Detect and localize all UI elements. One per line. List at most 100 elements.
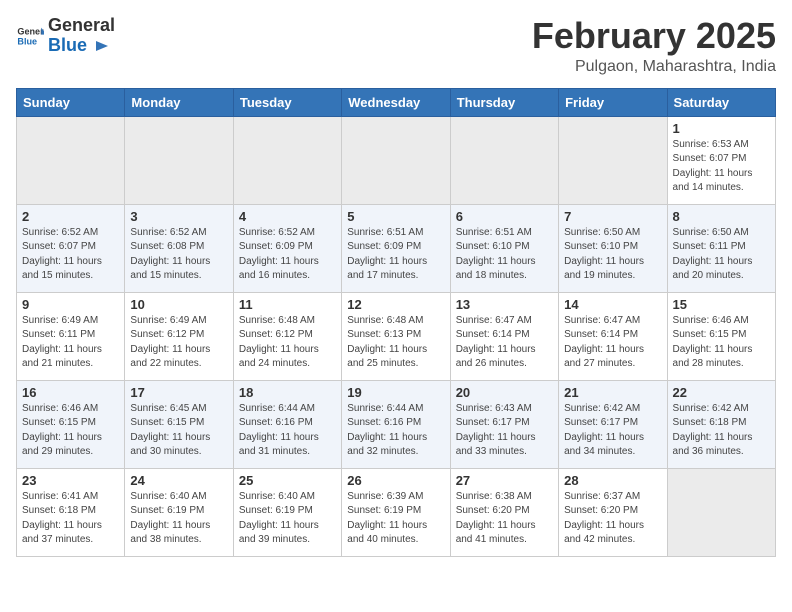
calendar-day xyxy=(342,116,450,204)
day-info: Sunrise: 6:40 AMSunset: 6:19 PMDaylight:… xyxy=(239,490,336,548)
day-info: Sunrise: 6:48 AMSunset: 6:12 PMDaylight:… xyxy=(239,314,336,372)
day-info: Sunrise: 6:42 AMSunset: 6:18 PMDaylight:… xyxy=(673,402,770,460)
weekday-header-thursday: Thursday xyxy=(450,88,558,116)
calendar-day: 1Sunrise: 6:53 AMSunset: 6:07 PMDaylight… xyxy=(667,116,775,204)
day-number: 12 xyxy=(347,297,444,312)
calendar-day: 15Sunrise: 6:46 AMSunset: 6:15 PMDayligh… xyxy=(667,292,775,380)
svg-text:General: General xyxy=(17,26,44,36)
day-number: 4 xyxy=(239,209,336,224)
day-number: 25 xyxy=(239,473,336,488)
calendar-day: 28Sunrise: 6:37 AMSunset: 6:20 PMDayligh… xyxy=(559,468,667,556)
calendar-day: 24Sunrise: 6:40 AMSunset: 6:19 PMDayligh… xyxy=(125,468,233,556)
logo: General Blue General Blue xyxy=(16,16,115,56)
calendar-day: 23 Sunrise: 6:41 AMSunset: 6:18 PMDayligh… xyxy=(17,468,125,556)
calendar-day: 10 Sunrise: 6:49 AMSunset: 6:12 PMDayligh… xyxy=(125,292,233,380)
logo-icon: General Blue xyxy=(16,22,44,50)
day-info: Sunrise: 6:47 AMSunset: 6:14 PMDaylight:… xyxy=(456,314,553,372)
day-info: Sunrise: 6:47 AMSunset: 6:14 PMDaylight:… xyxy=(564,314,661,372)
day-info: Sunrise: 6:52 AMSunset: 6:07 PMDaylight:… xyxy=(22,226,119,284)
day-info: Sunrise: 6:41 AMSunset: 6:18 PMDaylight:… xyxy=(22,490,119,548)
calendar-week-4: 16 Sunrise: 6:46 AMSunset: 6:15 PMDayligh… xyxy=(17,380,776,468)
day-number: 17 xyxy=(130,385,227,400)
calendar-day: 4 Sunrise: 6:52 AMSunset: 6:09 PMDaylight… xyxy=(233,204,341,292)
day-number: 7 xyxy=(564,209,661,224)
day-info: Sunrise: 6:43 AMSunset: 6:17 PMDaylight:… xyxy=(456,402,553,460)
day-number: 10 xyxy=(130,297,227,312)
day-number: 15 xyxy=(673,297,770,312)
day-info: Sunrise: 6:42 AMSunset: 6:17 PMDaylight:… xyxy=(564,402,661,460)
calendar-week-3: 9 Sunrise: 6:49 AMSunset: 6:11 PMDaylight… xyxy=(17,292,776,380)
day-number: 18 xyxy=(239,385,336,400)
day-info: Sunrise: 6:51 AMSunset: 6:10 PMDaylight:… xyxy=(456,226,553,284)
location-title: Pulgaon, Maharashtra, India xyxy=(532,58,776,76)
day-number: 22 xyxy=(673,385,770,400)
day-info: Sunrise: 6:51 AMSunset: 6:09 PMDaylight:… xyxy=(347,226,444,284)
day-number: 16 xyxy=(22,385,119,400)
calendar-day: 11 Sunrise: 6:48 AMSunset: 6:12 PMDayligh… xyxy=(233,292,341,380)
calendar-day xyxy=(450,116,558,204)
day-number: 3 xyxy=(130,209,227,224)
calendar-day: 21 Sunrise: 6:42 AMSunset: 6:17 PMDayligh… xyxy=(559,380,667,468)
calendar-day: 27Sunrise: 6:38 AMSunset: 6:20 PMDayligh… xyxy=(450,468,558,556)
calendar-day: 19Sunrise: 6:44 AMSunset: 6:16 PMDayligh… xyxy=(342,380,450,468)
calendar-day: 16 Sunrise: 6:46 AMSunset: 6:15 PMDayligh… xyxy=(17,380,125,468)
calendar-body: 1Sunrise: 6:53 AMSunset: 6:07 PMDaylight… xyxy=(17,116,776,556)
svg-text:Blue: Blue xyxy=(17,36,37,46)
logo-blue-text: Blue xyxy=(48,35,87,55)
day-info: Sunrise: 6:50 AMSunset: 6:10 PMDaylight:… xyxy=(564,226,661,284)
calendar-day xyxy=(667,468,775,556)
day-info: Sunrise: 6:50 AMSunset: 6:11 PMDaylight:… xyxy=(673,226,770,284)
weekday-header-sunday: Sunday xyxy=(17,88,125,116)
day-number: 21 xyxy=(564,385,661,400)
day-number: 2 xyxy=(22,209,119,224)
calendar-day xyxy=(125,116,233,204)
day-info: Sunrise: 6:45 AMSunset: 6:15 PMDaylight:… xyxy=(130,402,227,460)
day-info: Sunrise: 6:48 AMSunset: 6:13 PMDaylight:… xyxy=(347,314,444,372)
day-number: 23 xyxy=(22,473,119,488)
calendar-day: 3 Sunrise: 6:52 AMSunset: 6:08 PMDaylight… xyxy=(125,204,233,292)
day-number: 8 xyxy=(673,209,770,224)
calendar-day: 6 Sunrise: 6:51 AMSunset: 6:10 PMDaylight… xyxy=(450,204,558,292)
calendar-day: 26 Sunrise: 6:39 AMSunset: 6:19 PMDayligh… xyxy=(342,468,450,556)
logo-general-text: General xyxy=(48,15,115,35)
day-info: Sunrise: 6:39 AMSunset: 6:19 PMDaylight:… xyxy=(347,490,444,548)
calendar-day: 18Sunrise: 6:44 AMSunset: 6:16 PMDayligh… xyxy=(233,380,341,468)
day-info: Sunrise: 6:38 AMSunset: 6:20 PMDaylight:… xyxy=(456,490,553,548)
calendar-day: 17 Sunrise: 6:45 AMSunset: 6:15 PMDayligh… xyxy=(125,380,233,468)
day-number: 5 xyxy=(347,209,444,224)
calendar-day: 12 Sunrise: 6:48 AMSunset: 6:13 PMDayligh… xyxy=(342,292,450,380)
calendar-day: 5 Sunrise: 6:51 AMSunset: 6:09 PMDaylight… xyxy=(342,204,450,292)
calendar-day: 20Sunrise: 6:43 AMSunset: 6:17 PMDayligh… xyxy=(450,380,558,468)
day-number: 19 xyxy=(347,385,444,400)
day-info: Sunrise: 6:46 AMSunset: 6:15 PMDaylight:… xyxy=(22,402,119,460)
day-info: Sunrise: 6:52 AMSunset: 6:09 PMDaylight:… xyxy=(239,226,336,284)
day-info: Sunrise: 6:52 AMSunset: 6:08 PMDaylight:… xyxy=(130,226,227,284)
page-header: General Blue General Blue February 2025 … xyxy=(16,16,776,76)
day-info: Sunrise: 6:49 AMSunset: 6:11 PMDaylight:… xyxy=(22,314,119,372)
calendar-day: 13 Sunrise: 6:47 AMSunset: 6:14 PMDayligh… xyxy=(450,292,558,380)
month-title: February 2025 xyxy=(532,16,776,56)
weekday-header-tuesday: Tuesday xyxy=(233,88,341,116)
calendar-day xyxy=(17,116,125,204)
calendar-day xyxy=(233,116,341,204)
weekday-header-row: SundayMondayTuesdayWednesdayThursdayFrid… xyxy=(17,88,776,116)
day-number: 11 xyxy=(239,297,336,312)
day-number: 14 xyxy=(564,297,661,312)
weekday-header-friday: Friday xyxy=(559,88,667,116)
calendar-day: 8 Sunrise: 6:50 AMSunset: 6:11 PMDaylight… xyxy=(667,204,775,292)
calendar-day: 2 Sunrise: 6:52 AMSunset: 6:07 PMDaylight… xyxy=(17,204,125,292)
calendar-day xyxy=(559,116,667,204)
day-number: 26 xyxy=(347,473,444,488)
weekday-header-saturday: Saturday xyxy=(667,88,775,116)
day-info: Sunrise: 6:49 AMSunset: 6:12 PMDaylight:… xyxy=(130,314,227,372)
day-number: 6 xyxy=(456,209,553,224)
day-info: Sunrise: 6:37 AMSunset: 6:20 PMDaylight:… xyxy=(564,490,661,548)
calendar-week-5: 23 Sunrise: 6:41 AMSunset: 6:18 PMDayligh… xyxy=(17,468,776,556)
calendar-day: 14 Sunrise: 6:47 AMSunset: 6:14 PMDayligh… xyxy=(559,292,667,380)
day-number: 1 xyxy=(673,121,770,136)
day-number: 9 xyxy=(22,297,119,312)
calendar-day: 7 Sunrise: 6:50 AMSunset: 6:10 PMDaylight… xyxy=(559,204,667,292)
day-number: 13 xyxy=(456,297,553,312)
title-block: February 2025 Pulgaon, Maharashtra, Indi… xyxy=(532,16,776,76)
calendar-day: 22 Sunrise: 6:42 AMSunset: 6:18 PMDayligh… xyxy=(667,380,775,468)
